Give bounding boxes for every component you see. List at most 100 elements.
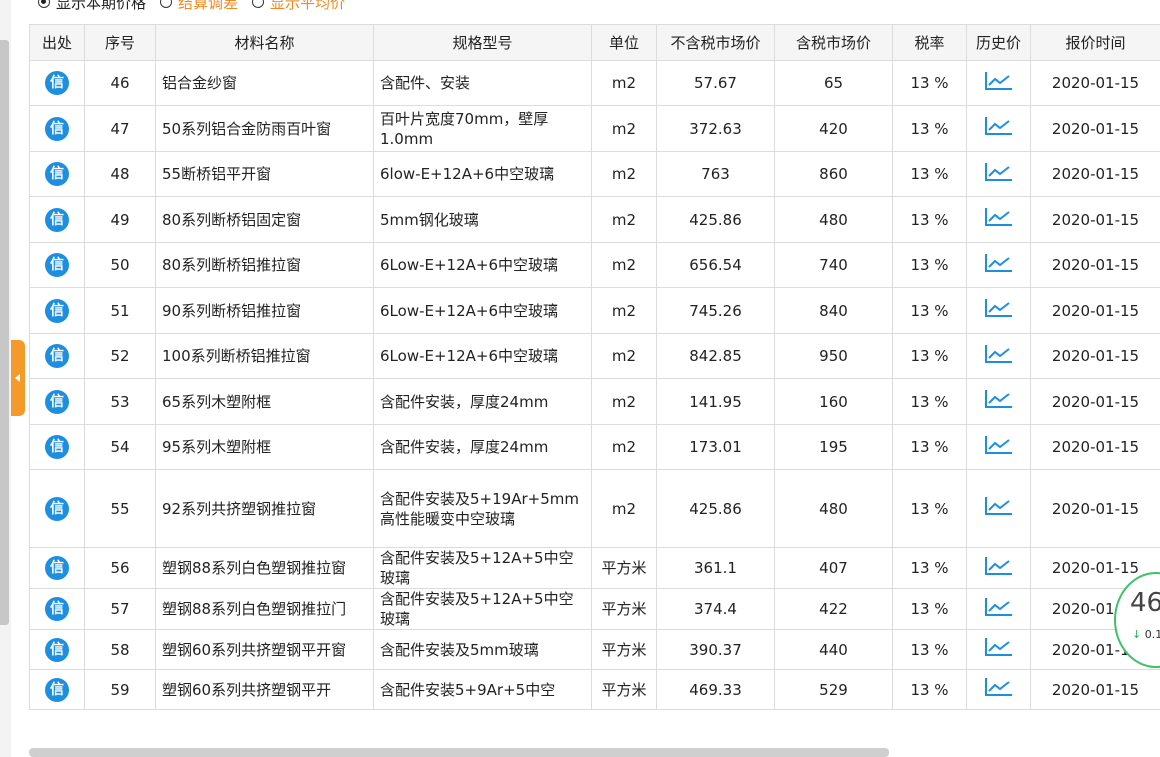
row-number: 52 (84, 333, 156, 379)
table-row[interactable]: 信 55 92系列共挤塑钢推拉窗 含配件安装及5+19Ar+5mm高性能暖变中空玻璃 m… (29, 469, 1160, 548)
line-chart-icon[interactable] (984, 597, 1014, 617)
line-chart-icon[interactable] (984, 677, 1014, 697)
line-chart-icon[interactable] (984, 116, 1014, 136)
line-chart-icon[interactable] (984, 344, 1014, 364)
material-name: 铝合金纱窗 (155, 60, 374, 106)
radio-icon[interactable] (38, 0, 50, 8)
row-number: 55 (84, 469, 156, 548)
tax-rate: 13 % (892, 333, 967, 379)
column-header[interactable]: 规格型号 (373, 24, 592, 61)
price-inc-tax: 950 (774, 333, 893, 379)
spec-model: 6Low-E+12A+6中空玻璃 (373, 242, 592, 288)
source-info-icon[interactable]: 信 (45, 389, 69, 414)
line-chart-icon[interactable] (984, 435, 1014, 455)
line-chart-icon[interactable] (984, 298, 1014, 318)
source-info-icon[interactable]: 信 (45, 344, 69, 368)
radio-option-0[interactable]: 显示本期价格 (38, 0, 146, 13)
source-cell: 信 (29, 242, 85, 288)
source-info-icon[interactable]: 信 (45, 162, 69, 186)
source-info-icon[interactable]: 信 (45, 496, 69, 521)
line-chart-icon[interactable] (984, 637, 1014, 657)
table-row[interactable]: 信 50 80系列断桥铝推拉窗 6Low-E+12A+6中空玻璃 m2 656.54 740… (29, 242, 1160, 288)
row-number: 51 (84, 287, 156, 334)
spec-model: 含配件安装5+9Ar+5中空 (373, 669, 592, 710)
history-price-cell (966, 242, 1031, 288)
column-header[interactable]: 报价时间 (1030, 24, 1160, 61)
table-row[interactable]: 信 51 90系列断桥铝推拉窗 6Low-E+12A+6中空玻璃 m2 745.26 840… (29, 287, 1160, 334)
source-info-icon[interactable]: 信 (45, 116, 69, 141)
row-number: 46 (84, 60, 156, 106)
price-inc-tax: 840 (774, 287, 893, 334)
source-info-icon[interactable]: 信 (45, 253, 69, 277)
history-price-cell (966, 588, 1031, 630)
column-header[interactable]: 不含税市场价 (656, 24, 775, 61)
left-scrollbar[interactable] (0, 40, 9, 625)
radio-label: 显示本期价格 (56, 0, 147, 12)
price-inc-tax: 420 (774, 105, 893, 152)
column-header[interactable]: 出处 (29, 24, 85, 61)
quote-date: 2020-01-15 (1030, 287, 1160, 334)
table-row[interactable]: 信 58 塑钢60系列共挤塑钢平开窗 含配件安装及5mm玻璃 平方米 390.37 440 1… (29, 629, 1160, 670)
line-chart-icon[interactable] (984, 207, 1014, 227)
column-header[interactable]: 材料名称 (155, 24, 374, 61)
table-row[interactable]: 信 47 50系列铝合金防雨百叶窗 百叶片宽度70mm，壁厚1.0mm m2 372.63… (29, 105, 1160, 152)
column-header[interactable]: 税率 (892, 24, 967, 61)
column-header[interactable]: 单位 (591, 24, 657, 61)
column-header[interactable]: 序号 (84, 24, 156, 61)
quote-date: 2020-01-15 (1030, 469, 1160, 548)
tax-rate: 13 % (892, 469, 967, 548)
line-chart-icon[interactable] (984, 162, 1014, 182)
price-ex-tax: 390.37 (656, 629, 775, 670)
source-cell: 信 (29, 424, 85, 470)
line-chart-icon[interactable] (984, 496, 1014, 516)
source-info-icon[interactable]: 信 (45, 677, 69, 702)
radio-option-1[interactable]: 结算调差 (160, 0, 238, 13)
quote-date: 2020-01-15 (1030, 333, 1160, 379)
source-cell: 信 (29, 333, 85, 379)
horizontal-scrollbar[interactable] (29, 748, 889, 757)
source-info-icon[interactable]: 信 (45, 207, 69, 232)
tax-rate: 13 % (892, 669, 967, 710)
table-row[interactable]: 信 48 55断桥铝平开窗 6low-E+12A+6中空玻璃 m2 763 860 13 % 2… (29, 151, 1160, 197)
radio-label: 显示平均价 (270, 0, 346, 12)
line-chart-icon[interactable] (984, 71, 1014, 91)
price-inc-tax: 860 (774, 151, 893, 197)
price-inc-tax: 160 (774, 378, 893, 425)
price-inc-tax: 407 (774, 547, 893, 589)
table-row[interactable]: 信 49 80系列断桥铝固定窗 5mm钢化玻璃 m2 425.86 480 13 % 2020-… (29, 196, 1160, 243)
panel-collapse-toggle[interactable] (11, 340, 25, 416)
quote-date: 2020-01-15 (1030, 196, 1160, 243)
radio-icon[interactable] (252, 0, 265, 8)
table-row[interactable]: 信 59 塑钢60系列共挤塑钢平开 含配件安装5+9Ar+5中空 平方米 469.33 52… (29, 669, 1160, 710)
source-info-icon[interactable]: 信 (45, 298, 69, 323)
line-chart-icon[interactable] (984, 253, 1014, 273)
source-cell: 信 (29, 469, 85, 548)
source-info-icon[interactable]: 信 (45, 435, 69, 459)
table-row[interactable]: 信 54 95系列木塑附框 含配件安装，厚度24mm m2 173.01 195 13 % 20… (29, 424, 1160, 470)
source-info-icon[interactable]: 信 (45, 71, 69, 95)
source-info-icon[interactable]: 信 (45, 556, 69, 580)
price-inc-tax: 529 (774, 669, 893, 710)
unit: m2 (591, 151, 657, 197)
line-chart-icon[interactable] (984, 389, 1014, 409)
quote-date: 2020-01-15 (1030, 151, 1160, 197)
line-chart-icon[interactable] (984, 556, 1014, 576)
table-row[interactable]: 信 57 塑钢88系列白色塑钢推拉门 含配件安装及5+12A+5中空玻璃 平方米 374.… (29, 588, 1160, 630)
unit: 平方米 (591, 547, 657, 589)
radio-icon[interactable] (160, 0, 173, 8)
table-header-row: 出处 序号 材料名称 规格型号 单位 不含税市场价 含税市场价 税率 历史价 报价时间 (29, 24, 1160, 61)
source-info-icon[interactable]: 信 (45, 597, 69, 621)
source-cell: 信 (29, 588, 85, 630)
table-row[interactable]: 信 56 塑钢88系列白色塑钢推拉窗 含配件安装及5+12A+5中空玻璃 平方米 361.… (29, 547, 1160, 589)
source-info-icon[interactable]: 信 (45, 637, 69, 662)
radio-option-2[interactable]: 显示平均价 (252, 0, 345, 13)
price-ex-tax: 374.4 (656, 588, 775, 630)
history-price-cell (966, 469, 1031, 548)
table-row[interactable]: 信 46 铝合金纱窗 含配件、安装 m2 57.67 65 13 % 2020-01-15 (29, 60, 1160, 106)
table-row[interactable]: 信 52 100系列断桥铝推拉窗 6Low-E+12A+6中空玻璃 m2 842.85 95… (29, 333, 1160, 379)
column-header[interactable]: 含税市场价 (774, 24, 893, 61)
material-name: 65系列木塑附框 (155, 378, 374, 425)
table-row[interactable]: 信 53 65系列木塑附框 含配件安装，厚度24mm m2 141.95 160 13 % 20… (29, 378, 1160, 425)
column-header[interactable]: 历史价 (966, 24, 1031, 61)
history-price-cell (966, 287, 1031, 334)
